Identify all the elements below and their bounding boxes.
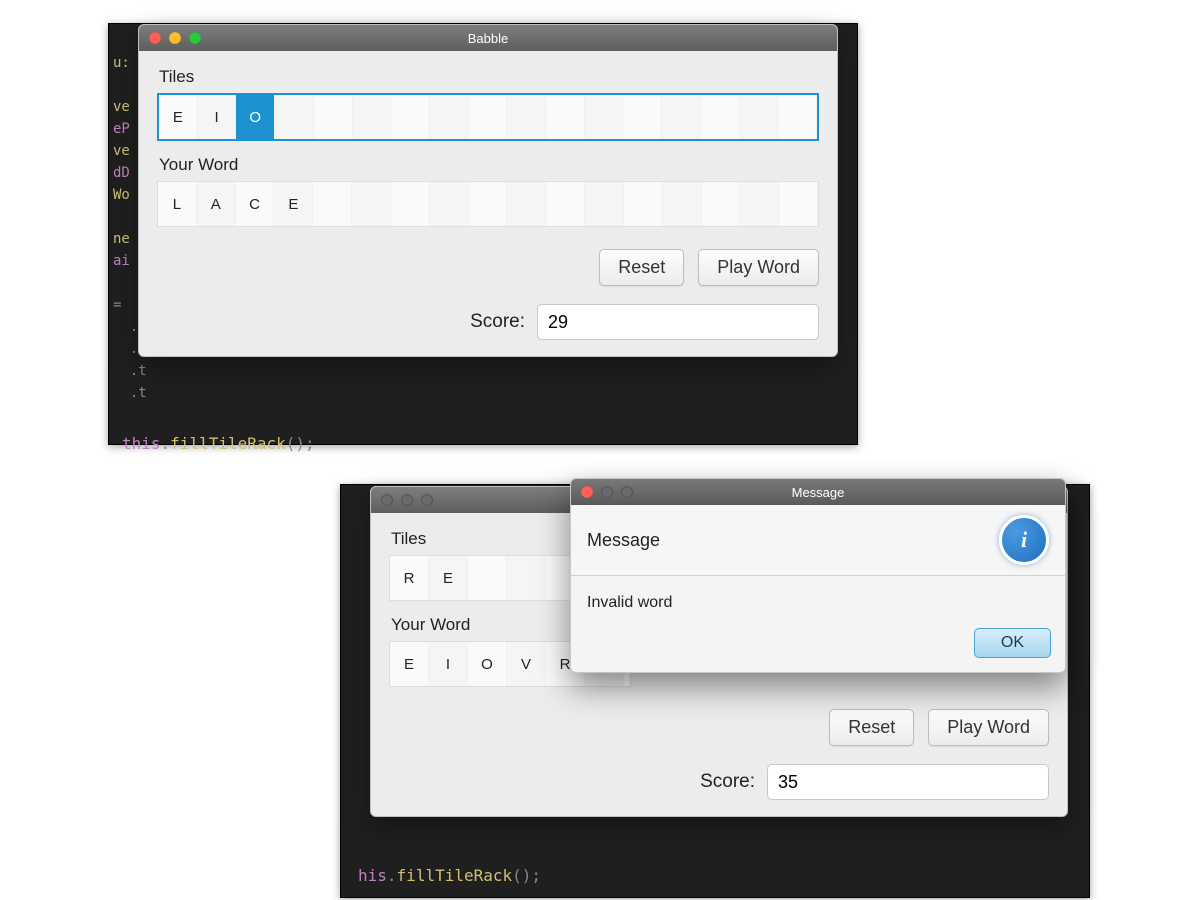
tile[interactable]: V: [507, 642, 546, 686]
tile[interactable]: L: [158, 182, 197, 226]
tile[interactable]: [469, 95, 508, 139]
close-icon[interactable]: [149, 32, 161, 44]
tile[interactable]: A: [197, 182, 236, 226]
tile[interactable]: [778, 95, 817, 139]
tile[interactable]: [391, 182, 430, 226]
tile[interactable]: [740, 182, 779, 226]
score-label: Score:: [700, 771, 755, 793]
babble-window-1: Babble Tiles EIO Your Word LACE Reset Pl…: [138, 24, 838, 357]
tile[interactable]: [391, 95, 430, 139]
tile[interactable]: [585, 95, 624, 139]
close-icon[interactable]: [381, 494, 393, 506]
dialog-message: Invalid word: [571, 576, 1065, 618]
tile[interactable]: [624, 182, 663, 226]
tile[interactable]: E: [390, 642, 429, 686]
tile[interactable]: [352, 182, 391, 226]
tile[interactable]: [353, 95, 392, 139]
dialog-titlebar[interactable]: Message: [571, 479, 1065, 505]
score-field[interactable]: [767, 764, 1049, 800]
tile[interactable]: [468, 556, 507, 600]
tile[interactable]: [507, 182, 546, 226]
tile[interactable]: O: [468, 642, 507, 686]
tile[interactable]: [546, 182, 585, 226]
tile[interactable]: [430, 182, 469, 226]
tile[interactable]: [430, 95, 469, 139]
titlebar-1[interactable]: Babble: [139, 25, 837, 51]
tile[interactable]: [314, 95, 353, 139]
tile[interactable]: E: [429, 556, 468, 600]
message-dialog: Message Message i Invalid word OK: [570, 478, 1066, 673]
zoom-icon[interactable]: [421, 494, 433, 506]
score-label: Score:: [470, 311, 525, 333]
play-word-button[interactable]: Play Word: [698, 249, 819, 286]
code-peek-2: his.fillTileRack();: [358, 866, 541, 885]
tile[interactable]: [469, 182, 508, 226]
tile[interactable]: [313, 182, 352, 226]
tile[interactable]: I: [198, 95, 237, 139]
close-icon[interactable]: [581, 486, 593, 498]
minimize-icon[interactable]: [401, 494, 413, 506]
reset-button[interactable]: Reset: [599, 249, 684, 286]
tile[interactable]: [701, 95, 740, 139]
tile[interactable]: [740, 95, 779, 139]
tile[interactable]: R: [390, 556, 429, 600]
tiles-rack[interactable]: EIO: [157, 93, 819, 141]
tile[interactable]: [507, 556, 546, 600]
tile[interactable]: [702, 182, 741, 226]
play-word-button[interactable]: Play Word: [928, 709, 1049, 746]
ok-button[interactable]: OK: [974, 628, 1051, 658]
tiles-label: Tiles: [159, 67, 819, 87]
tile[interactable]: O: [236, 95, 275, 139]
code-peek-1: this.fillTileRack();: [122, 434, 315, 453]
tile[interactable]: [507, 95, 546, 139]
minimize-icon[interactable]: [601, 486, 613, 498]
dialog-header-title: Message: [587, 530, 660, 551]
zoom-icon[interactable]: [189, 32, 201, 44]
info-icon: i: [999, 515, 1049, 565]
score-field[interactable]: [537, 304, 819, 340]
tile[interactable]: [663, 182, 702, 226]
reset-button[interactable]: Reset: [829, 709, 914, 746]
tile[interactable]: [546, 95, 585, 139]
tile[interactable]: C: [236, 182, 275, 226]
window-title: Babble: [139, 31, 837, 46]
minimize-icon[interactable]: [169, 32, 181, 44]
dialog-window-title: Message: [571, 485, 1065, 500]
tile[interactable]: [585, 182, 624, 226]
zoom-icon[interactable]: [621, 486, 633, 498]
tile[interactable]: [779, 182, 818, 226]
tile[interactable]: E: [159, 95, 198, 139]
tile[interactable]: [275, 95, 314, 139]
tile[interactable]: [662, 95, 701, 139]
tile[interactable]: I: [429, 642, 468, 686]
tile[interactable]: E: [274, 182, 313, 226]
your-word-label: Your Word: [159, 155, 819, 175]
word-rack[interactable]: LACE: [157, 181, 819, 227]
tile[interactable]: [623, 95, 662, 139]
